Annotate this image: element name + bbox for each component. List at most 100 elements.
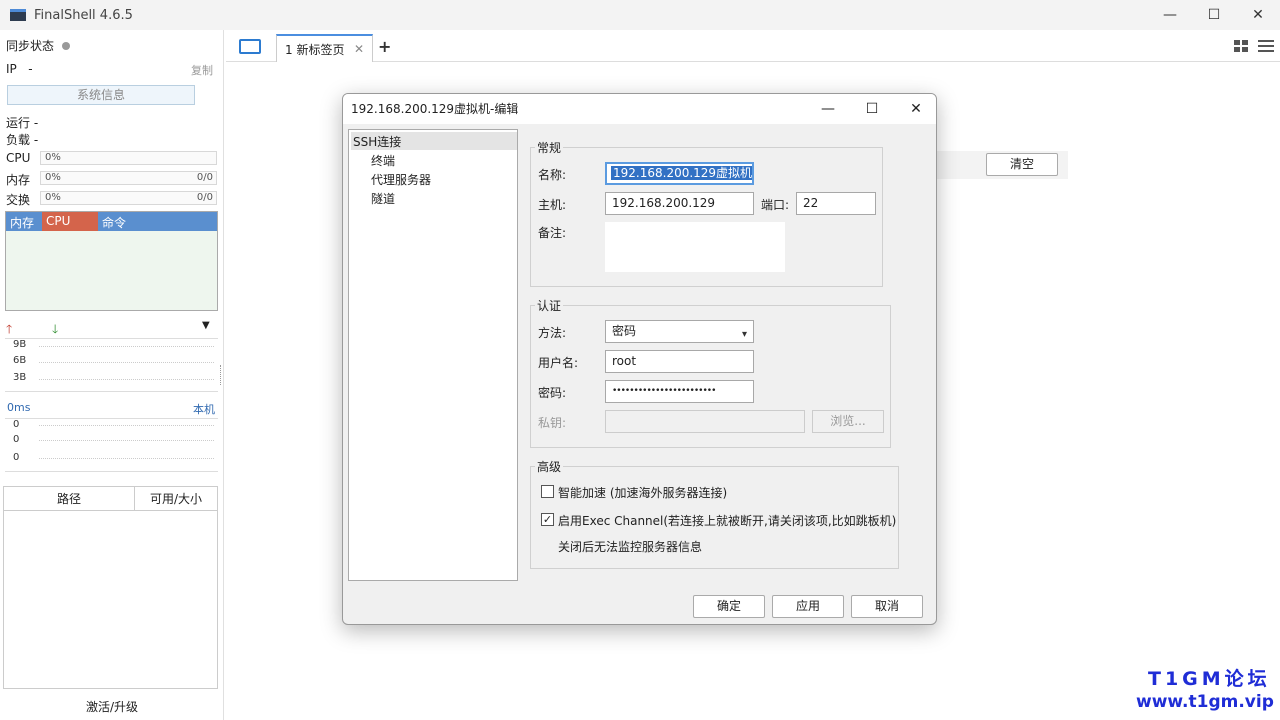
ping-chart: 0 0 0: [5, 418, 218, 472]
host-label: 主机:: [538, 198, 567, 212]
cpu-usage-bar: 0%: [40, 151, 217, 165]
tab-label: 1 新标签页: [285, 42, 345, 57]
auth-method-select[interactable]: 密码 ▾: [605, 320, 754, 343]
load-status: 负载 -: [6, 133, 39, 147]
sync-status-label: 同步状态: [6, 39, 55, 53]
app-title: FinalShell 4.6.5: [34, 7, 133, 23]
monitor-sidebar: 同步状态 IP - 复制 系统信息 运行 - 负载 - CPU 0% 内存 0%…: [0, 30, 224, 720]
password-field[interactable]: ••••••••••••••••••••••••: [605, 380, 754, 403]
private-key-label: 私钥:: [538, 416, 567, 430]
ping-tick: 0: [13, 419, 20, 430]
watermark-url: www.t1gm.vip: [1136, 692, 1274, 712]
tab-new[interactable]: 1 新标签页 ✕: [276, 34, 373, 62]
app-titlebar: FinalShell 4.6.5 — ☐ ✕: [0, 0, 1280, 30]
folder-open-icon[interactable]: [239, 39, 261, 54]
dialog-title: 192.168.200.129虚拟机-编辑: [351, 102, 519, 116]
ip-row: IP -: [6, 62, 33, 76]
activate-upgrade-link[interactable]: 激活/升级: [0, 698, 224, 715]
port-field[interactable]: 22: [796, 192, 876, 215]
proc-col-mem[interactable]: 内存: [6, 212, 42, 231]
swap-usage-value: 0%: [45, 192, 61, 203]
maximize-button[interactable]: ☐: [1192, 0, 1236, 30]
auth-method-value: 密码: [612, 324, 637, 338]
sidebar-splitter-handle[interactable]: [220, 365, 223, 385]
exec-channel-note: 关闭后无法监控服务器信息: [558, 540, 703, 554]
browse-key-button: 浏览...: [812, 410, 884, 433]
gridline: [39, 346, 214, 347]
swap-usage-total: 0/0: [196, 192, 213, 203]
connection-edit-dialog: 192.168.200.129虚拟机-编辑 — ☐ ✕ SSH连接 终端 代理服…: [342, 93, 937, 625]
cpu-usage-value: 0%: [45, 152, 61, 163]
clear-button[interactable]: 清空: [986, 153, 1058, 176]
settings-tree: SSH连接 终端 代理服务器 隧道: [348, 129, 518, 581]
general-group-title: 常规: [535, 139, 564, 156]
smart-accel-checkbox[interactable]: [541, 485, 554, 498]
gridline: [39, 458, 214, 459]
ping-tick: 0: [13, 452, 20, 463]
exec-channel-label[interactable]: 启用Exec Channel(若连接上就被断开,请关闭该项,比如跳板机): [558, 512, 896, 529]
close-window-button[interactable]: ✕: [1236, 0, 1280, 30]
exec-channel-checkbox[interactable]: ✓: [541, 513, 554, 526]
apply-button[interactable]: 应用: [772, 595, 844, 618]
tree-item-proxy[interactable]: 代理服务器: [371, 171, 431, 188]
disk-path-header: 路径 可用/大小: [4, 487, 217, 511]
auth-group-title: 认证: [535, 297, 564, 314]
name-field[interactable]: 192.168.200.129虚拟机: [605, 162, 754, 185]
port-label: 端口:: [761, 198, 790, 212]
session-tabbar: 1 新标签页 ✕ +: [226, 30, 1280, 62]
swap-usage-bar: 0% 0/0: [40, 191, 217, 205]
gridline: [39, 425, 214, 426]
note-textarea[interactable]: [605, 222, 785, 272]
network-chart: 9B 6B 3B: [5, 338, 218, 392]
add-tab-button[interactable]: +: [378, 37, 391, 56]
dialog-minimize-button[interactable]: —: [806, 94, 850, 124]
ping-target[interactable]: 本机: [193, 401, 215, 417]
chevron-down-icon: ▾: [741, 329, 747, 340]
net-tick: 9B: [13, 339, 27, 350]
cpu-label: CPU: [6, 151, 31, 165]
proc-col-cpu[interactable]: CPU: [42, 212, 98, 231]
host-field[interactable]: 192.168.200.129: [605, 192, 754, 215]
finalshell-app-icon: [10, 9, 26, 21]
mem-usage-value: 0%: [45, 172, 61, 183]
tree-item-tunnel[interactable]: 隧道: [371, 190, 395, 207]
advanced-group-title: 高级: [535, 458, 564, 475]
gridline: [39, 379, 214, 380]
network-interface-dropdown-icon[interactable]: ▼: [202, 320, 210, 331]
ping-latency: 0ms: [7, 401, 31, 414]
proc-col-command[interactable]: 命令: [98, 212, 130, 231]
method-label: 方法:: [538, 326, 567, 340]
gridline: [39, 440, 214, 441]
smart-accel-label[interactable]: 智能加速 (加速海外服务器连接): [558, 484, 727, 501]
path-col-path[interactable]: 路径: [4, 487, 135, 510]
password-label: 密码:: [538, 386, 567, 400]
mem-usage-bar: 0% 0/0: [40, 171, 217, 185]
minimize-button[interactable]: —: [1148, 0, 1192, 30]
tab-close-icon[interactable]: ✕: [354, 42, 364, 56]
private-key-field: [605, 410, 805, 433]
ip-label: IP: [6, 62, 17, 76]
mem-label: 内存: [6, 173, 31, 187]
name-label: 名称:: [538, 168, 567, 182]
running-status: 运行 -: [6, 116, 39, 130]
dialog-close-button[interactable]: ✕: [894, 94, 936, 124]
tree-item-terminal[interactable]: 终端: [371, 152, 395, 169]
gridline: [39, 362, 214, 363]
dialog-maximize-button[interactable]: ☐: [850, 94, 894, 124]
disk-path-table[interactable]: 路径 可用/大小: [3, 486, 218, 689]
swap-label: 交换: [6, 193, 31, 207]
copy-ip-link[interactable]: 复制: [191, 62, 213, 78]
ping-tick: 0: [13, 434, 20, 445]
hamburger-menu-icon[interactable]: [1258, 40, 1274, 52]
cancel-button[interactable]: 取消: [851, 595, 923, 618]
ip-value: -: [28, 62, 33, 76]
tree-item-ssh[interactable]: SSH连接: [353, 133, 401, 150]
ok-button[interactable]: 确定: [693, 595, 765, 618]
system-info-button[interactable]: 系统信息: [7, 85, 195, 105]
sync-status-dot-icon: [62, 42, 71, 50]
process-table-header: 内存 CPU 命令: [6, 212, 217, 231]
path-col-size[interactable]: 可用/大小: [135, 487, 217, 510]
process-table[interactable]: 内存 CPU 命令: [5, 211, 218, 311]
username-field[interactable]: root: [605, 350, 754, 373]
grid-layout-icon[interactable]: [1234, 40, 1248, 52]
